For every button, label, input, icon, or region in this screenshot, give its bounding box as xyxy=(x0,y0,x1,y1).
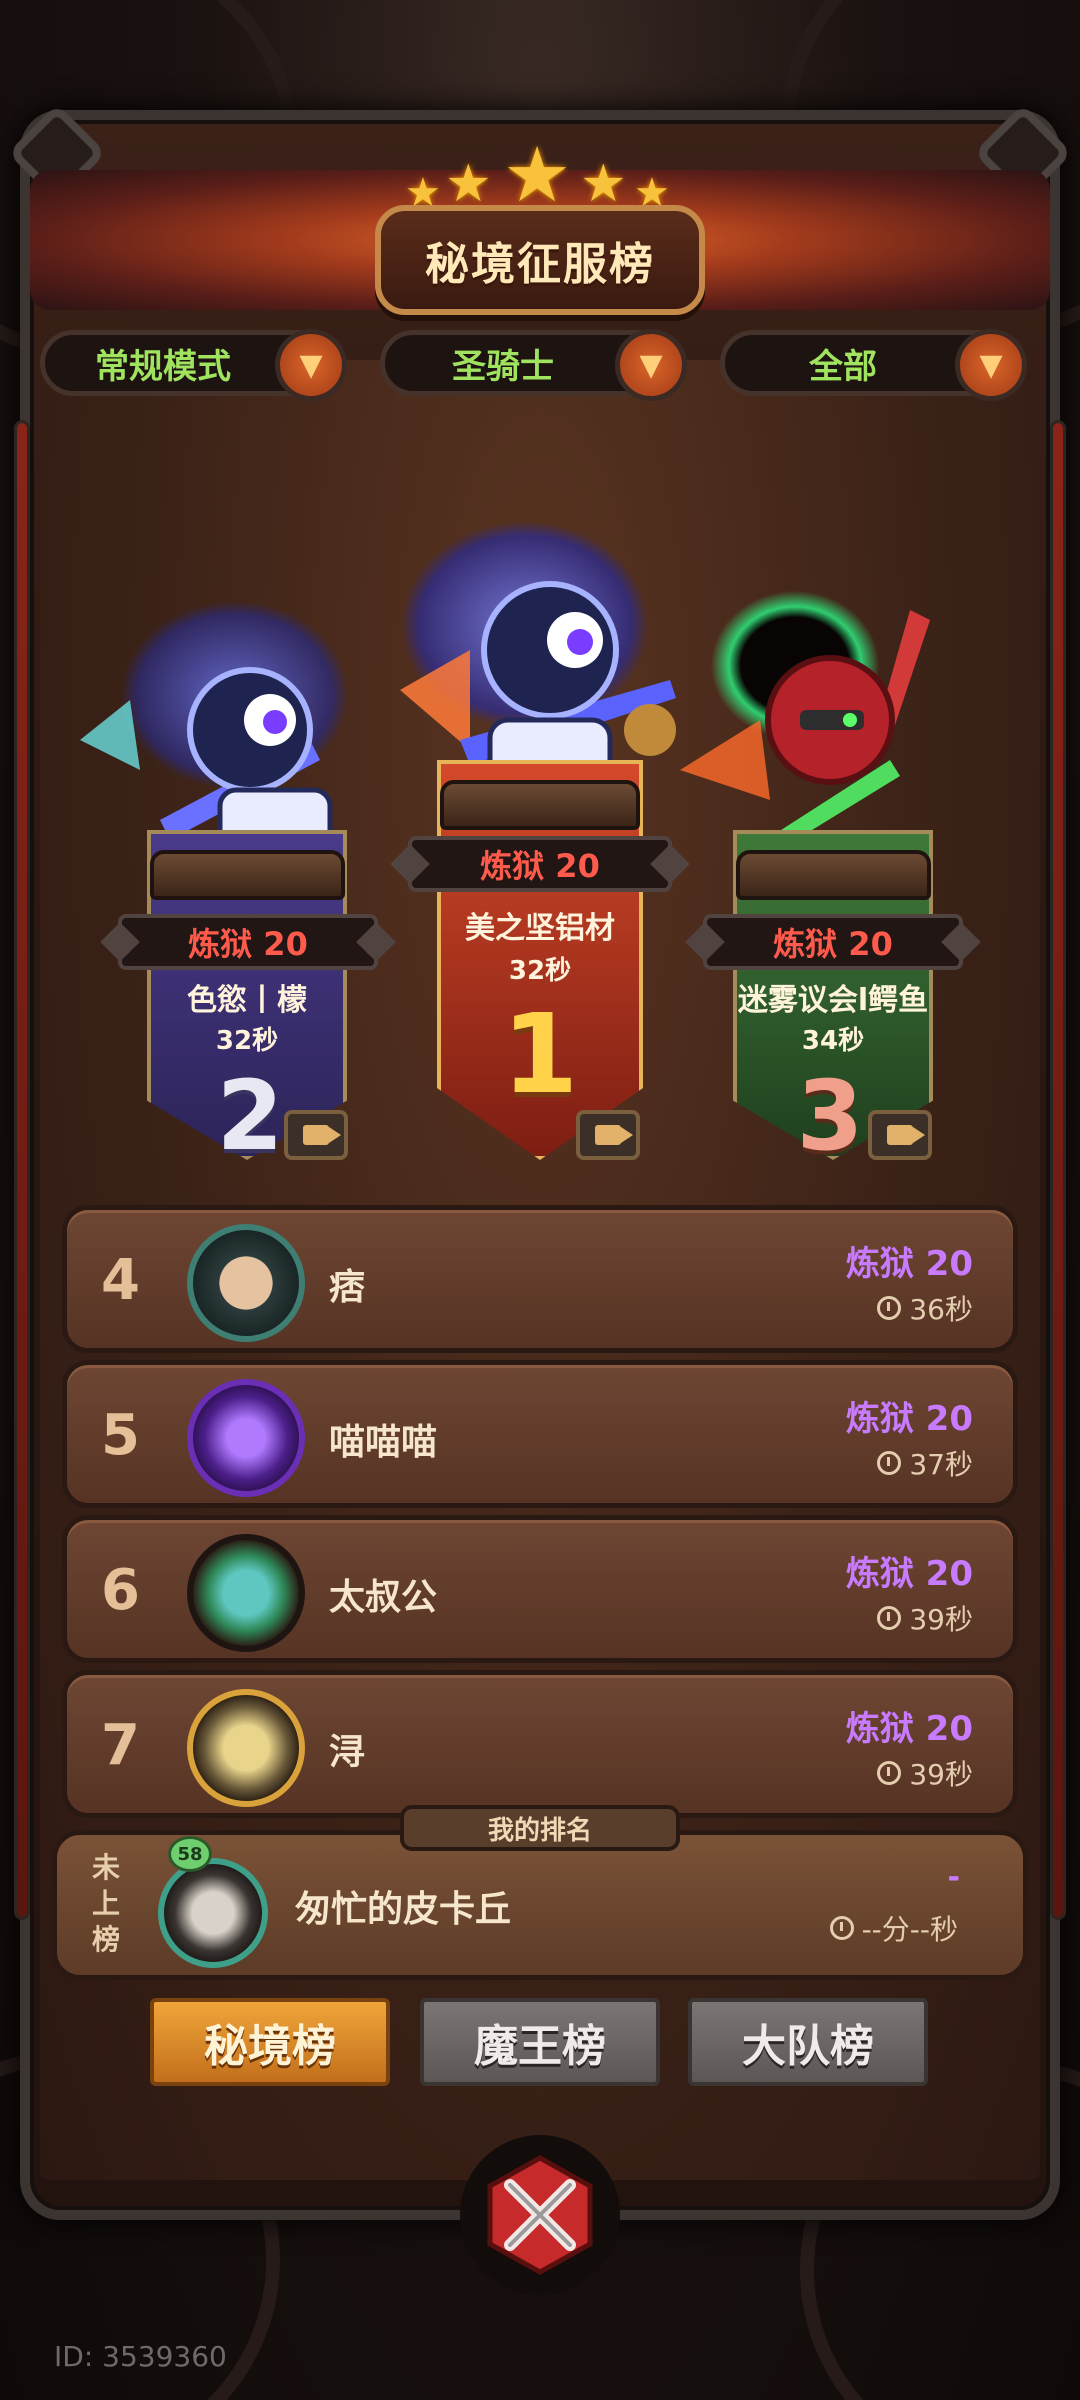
my-rank-tab: 我的排名 xyxy=(400,1805,680,1851)
page-title-plate: 秘境征服榜 xyxy=(375,205,705,315)
pedestal-1st xyxy=(440,780,640,830)
replay-video-button-3rd[interactable] xyxy=(868,1110,932,1160)
ranking-row[interactable]: 6 太叔公 炼狱 20 39秒 xyxy=(62,1515,1018,1663)
tab-squad[interactable]: 大队榜 xyxy=(688,1998,928,2086)
player-name: 浔 xyxy=(329,1732,366,1773)
user-id: ID: 3539360 xyxy=(54,2340,227,2373)
chevron-down-icon[interactable]: ▼ xyxy=(275,329,347,401)
rank-number: 6 xyxy=(101,1558,140,1623)
difficulty-badge-3rd: 炼狱 20 xyxy=(703,914,963,970)
difficulty-badge-1st: 炼狱 20 xyxy=(408,836,672,892)
difficulty-label: 炼狱 20 xyxy=(845,1399,973,1439)
player-avatar[interactable] xyxy=(187,1689,305,1807)
clear-time: 37秒 xyxy=(877,1443,973,1483)
rank-number-1st: 1 xyxy=(501,990,579,1118)
left-rail xyxy=(14,420,30,1920)
clear-time: 39秒 xyxy=(877,1598,973,1638)
clear-time: 39秒 xyxy=(877,1753,973,1793)
clear-time: 36秒 xyxy=(877,1288,973,1328)
player-name: 喵喵喵 xyxy=(329,1422,438,1463)
level-badge: 58 xyxy=(168,1836,212,1872)
player-name-2nd: 色慾丨檬 xyxy=(187,983,307,1018)
my-clear-time-value: --分--秒 xyxy=(861,1913,958,1946)
player-time-2nd: 32秒 xyxy=(215,1026,279,1056)
pedestal-2nd xyxy=(150,850,345,900)
difficulty-label: 炼狱 20 xyxy=(845,1709,973,1749)
rank-number: 7 xyxy=(101,1713,140,1778)
close-icon xyxy=(487,2155,593,2275)
player-time-3rd: 34秒 xyxy=(801,1026,865,1056)
scope-dropdown[interactable]: 全部 ▼ xyxy=(720,329,1027,401)
clock-icon xyxy=(877,1606,902,1630)
clock-icon xyxy=(877,1761,902,1785)
class-dropdown[interactable]: 圣骑士 ▼ xyxy=(380,329,687,401)
player-name-3rd: 迷雾议会l鳄鱼 xyxy=(737,983,929,1018)
player-name: 痞 xyxy=(329,1267,366,1308)
my-avatar[interactable] xyxy=(158,1858,268,1968)
clock-icon xyxy=(877,1296,902,1320)
chevron-down-icon[interactable]: ▼ xyxy=(955,329,1027,401)
replay-video-button-2nd[interactable] xyxy=(284,1110,348,1160)
clear-time-value: 39秒 xyxy=(909,1603,973,1636)
chevron-down-icon[interactable]: ▼ xyxy=(615,329,687,401)
page-title: 秘境征服榜 xyxy=(425,239,655,290)
player-time-1st: 32秒 xyxy=(508,956,572,986)
clear-time-value: 37秒 xyxy=(909,1448,973,1481)
difficulty-badge-2nd: 炼狱 20 xyxy=(118,914,378,970)
clock-icon xyxy=(829,1916,854,1940)
my-player-name: 匆忙的皮卡丘 xyxy=(295,1889,512,1930)
pedestal-3rd xyxy=(736,850,931,900)
ranking-row[interactable]: 5 喵喵喵 炼狱 20 37秒 xyxy=(62,1360,1018,1508)
replay-video-button-1st[interactable] xyxy=(576,1110,640,1160)
ranking-row[interactable]: 4 痞 炼狱 20 36秒 xyxy=(62,1205,1018,1353)
video-camera-icon xyxy=(887,1125,925,1145)
player-name: 太叔公 xyxy=(329,1577,438,1618)
clock-icon xyxy=(877,1451,902,1475)
difficulty-label: 炼狱 20 xyxy=(845,1554,973,1594)
video-camera-icon xyxy=(303,1125,341,1145)
rank-number: 4 xyxy=(101,1248,140,1313)
ranking-row[interactable]: 7 浔 炼狱 20 39秒 xyxy=(62,1670,1018,1818)
difficulty-label: 炼狱 20 xyxy=(845,1244,973,1284)
player-avatar[interactable] xyxy=(187,1534,305,1652)
tab-demon-king[interactable]: 魔王榜 xyxy=(420,1998,660,2086)
mode-dropdown[interactable]: 常规模式 ▼ xyxy=(40,329,347,401)
my-clear-time: --分--秒 xyxy=(800,1908,958,1948)
close-button[interactable] xyxy=(460,2135,620,2295)
video-camera-icon xyxy=(595,1125,633,1145)
clear-time-value: 36秒 xyxy=(909,1293,973,1326)
player-avatar[interactable] xyxy=(187,1379,305,1497)
rank-number: 5 xyxy=(101,1403,140,1468)
right-rail xyxy=(1050,420,1066,1920)
my-difficulty: - xyxy=(947,1860,960,1895)
player-name-1st: 美之坚铝材 xyxy=(465,911,615,946)
tab-secret-realm[interactable]: 秘境榜 xyxy=(150,1998,390,2086)
unranked-status: 未上榜 xyxy=(91,1851,120,1956)
player-avatar[interactable] xyxy=(187,1224,305,1342)
clear-time-value: 39秒 xyxy=(909,1758,973,1791)
